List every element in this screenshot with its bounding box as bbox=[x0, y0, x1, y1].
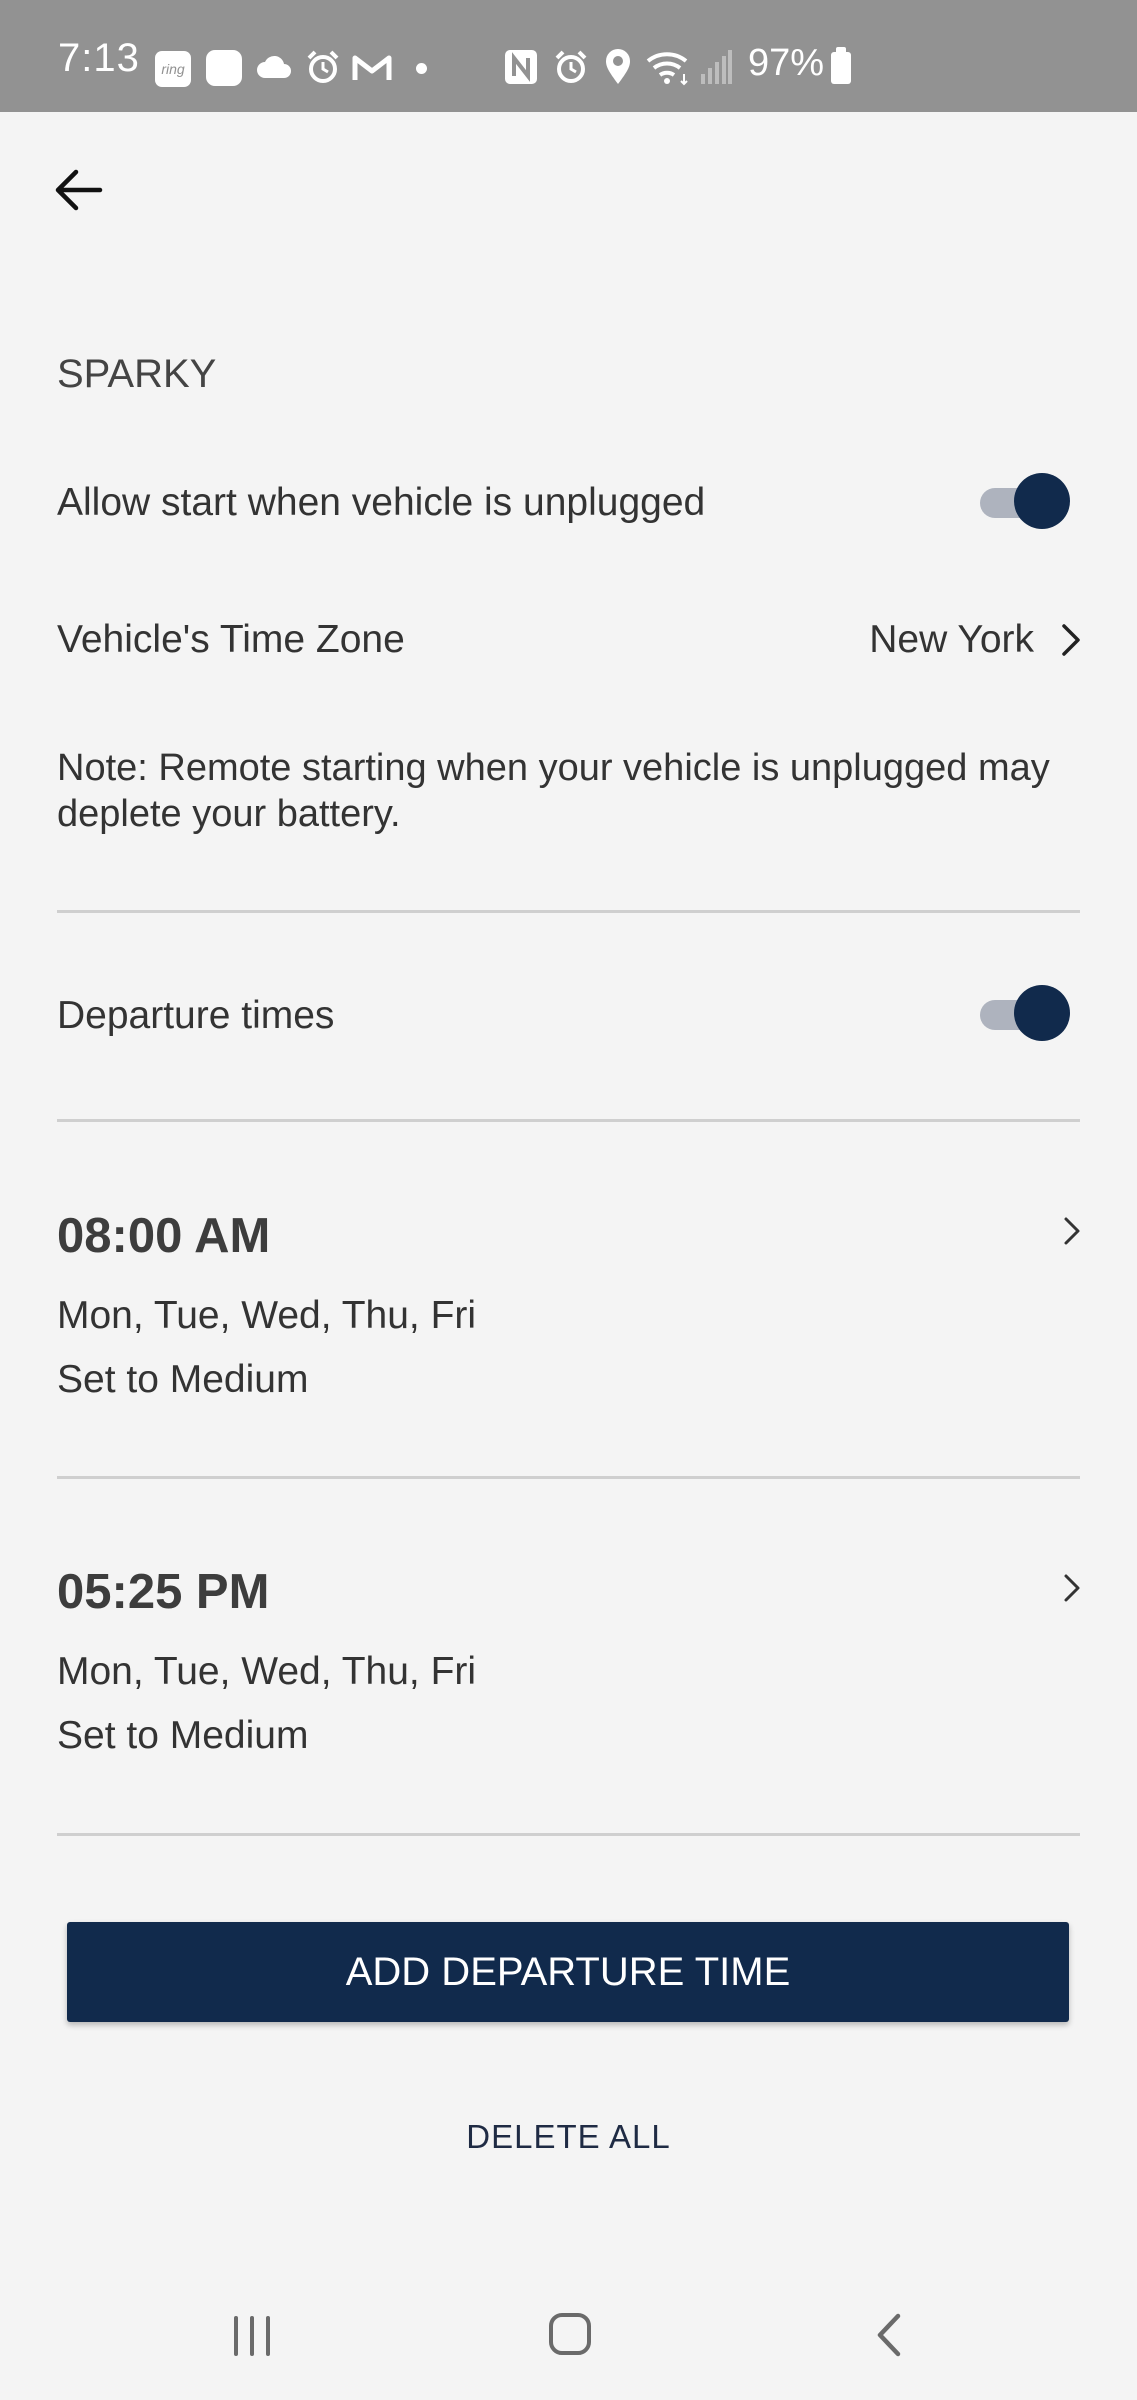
vehicle-name: SPARKY bbox=[57, 352, 217, 396]
battery-icon bbox=[831, 47, 851, 84]
back-arrow-icon[interactable] bbox=[50, 160, 110, 220]
recent-apps-icon[interactable] bbox=[232, 2316, 276, 2356]
location-icon bbox=[606, 49, 630, 84]
departure-times-label: Departure times bbox=[57, 994, 335, 1037]
add-departure-time-button[interactable]: ADD DEPARTURE TIME bbox=[67, 1922, 1069, 2022]
timezone-label[interactable]: Vehicle's Time Zone bbox=[57, 617, 405, 664]
divider bbox=[57, 910, 1080, 913]
departure-time: 05:25 PM bbox=[57, 1565, 270, 1619]
battery-note: Note: Remote starting when your vehicle … bbox=[57, 747, 1050, 835]
alarm-icon bbox=[555, 50, 587, 83]
back-icon[interactable] bbox=[870, 2310, 910, 2360]
departure-level: Set to Medium bbox=[57, 1358, 309, 1401]
ring-icon: ring bbox=[155, 51, 191, 87]
timezone-value[interactable]: New York bbox=[869, 617, 1034, 664]
chevron-right-icon[interactable] bbox=[1056, 1211, 1086, 1251]
battery-percent: 97% bbox=[748, 42, 825, 84]
toggle-knob bbox=[1014, 473, 1070, 529]
wifi-icon bbox=[646, 52, 688, 86]
alarm-icon bbox=[307, 50, 339, 83]
signal-icon bbox=[701, 50, 732, 84]
nfc-icon bbox=[505, 50, 537, 84]
chevron-right-icon[interactable] bbox=[1056, 1568, 1086, 1608]
cloud-icon bbox=[257, 55, 291, 78]
home-icon[interactable] bbox=[549, 2313, 591, 2355]
divider bbox=[57, 1119, 1080, 1122]
allow-unplugged-label: Allow start when vehicle is unplugged bbox=[57, 481, 706, 524]
status-bar: 7:13 ring 97% bbox=[0, 0, 1137, 112]
dot-icon bbox=[416, 63, 427, 74]
departure-time: 08:00 AM bbox=[57, 1209, 271, 1263]
app-icon bbox=[206, 50, 242, 86]
departure-level: Set to Medium bbox=[57, 1714, 309, 1757]
allow-unplugged-toggle[interactable] bbox=[978, 473, 1070, 529]
gmail-icon bbox=[352, 55, 392, 80]
toggle-knob bbox=[1014, 985, 1070, 1041]
departure-times-toggle[interactable] bbox=[978, 985, 1070, 1041]
departure-days: Mon, Tue, Wed, Thu, Fri bbox=[57, 1650, 477, 1693]
status-time: 7:13 bbox=[58, 36, 140, 80]
divider bbox=[57, 1833, 1080, 1836]
divider bbox=[57, 1476, 1080, 1479]
delete-all-button[interactable]: DELETE ALL bbox=[0, 2118, 1137, 2156]
chevron-right-icon[interactable] bbox=[1056, 620, 1086, 660]
departure-days: Mon, Tue, Wed, Thu, Fri bbox=[57, 1294, 477, 1337]
